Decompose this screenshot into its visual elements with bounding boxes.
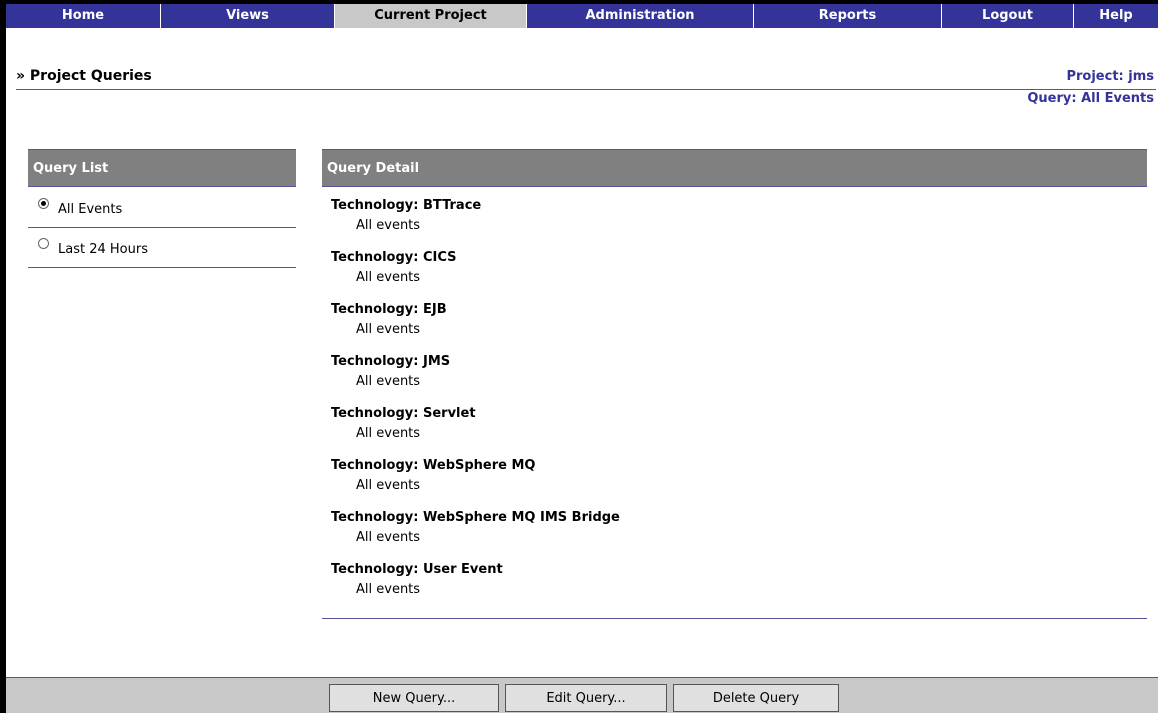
technology-entry: Technology: BTTrace All events — [331, 196, 1147, 248]
technology-entry: Technology: User Event All events — [331, 560, 1147, 612]
technology-entry: Technology: CICS All events — [331, 248, 1147, 300]
query-label: Query: All Events — [1027, 91, 1154, 106]
technology-entry: Technology: EJB All events — [331, 300, 1147, 352]
technology-filter: All events — [356, 374, 421, 389]
query-list-item-label: Last 24 Hours — [58, 242, 148, 257]
top-navigation: Home Views Current Project Administratio… — [6, 4, 1158, 28]
query-list-item-all-events[interactable]: All Events — [28, 188, 296, 228]
detail-divider — [322, 618, 1147, 619]
window-frame-left — [0, 0, 6, 713]
technology-filter: All events — [356, 218, 421, 233]
project-label: Project: jms — [1066, 69, 1154, 84]
radio-unselected-icon[interactable] — [38, 238, 49, 249]
technology-name: Technology: EJB — [331, 302, 447, 317]
technology-filter: All events — [356, 322, 421, 337]
query-list-item-label: All Events — [58, 202, 123, 217]
query-detail-header: Query Detail — [322, 149, 1147, 187]
query-list-item-last-24-hours[interactable]: Last 24 Hours — [28, 228, 296, 268]
technology-name: Technology: WebSphere MQ IMS Bridge — [331, 510, 620, 525]
technology-entry: Technology: Servlet All events — [331, 404, 1147, 456]
title-divider — [16, 89, 1156, 90]
nav-views[interactable]: Views — [161, 4, 335, 28]
nav-administration[interactable]: Administration — [527, 4, 754, 28]
technology-name: Technology: BTTrace — [331, 198, 482, 213]
technology-name: Technology: JMS — [331, 354, 451, 369]
query-detail-list: Technology: BTTrace All events Technolog… — [331, 196, 1147, 612]
technology-filter: All events — [356, 478, 421, 493]
technology-name: Technology: Servlet — [331, 406, 476, 421]
delete-query-button[interactable]: Delete Query — [673, 684, 839, 712]
edit-query-button[interactable]: Edit Query... — [505, 684, 667, 712]
technology-name: Technology: CICS — [331, 250, 457, 265]
radio-selected-icon[interactable] — [38, 198, 49, 209]
technology-filter: All events — [356, 530, 421, 545]
technology-entry: Technology: WebSphere MQ All events — [331, 456, 1147, 508]
technology-name: Technology: WebSphere MQ — [331, 458, 536, 473]
page-title: » Project Queries — [16, 68, 152, 84]
technology-filter: All events — [356, 426, 421, 441]
query-list-header: Query List — [28, 149, 296, 187]
technology-filter: All events — [356, 270, 421, 285]
technology-entry: Technology: WebSphere MQ IMS Bridge All … — [331, 508, 1147, 560]
nav-logout[interactable]: Logout — [942, 4, 1074, 28]
footer-toolbar: New Query... Edit Query... Delete Query — [6, 677, 1158, 713]
nav-reports[interactable]: Reports — [754, 4, 942, 28]
nav-home[interactable]: Home — [6, 4, 161, 28]
technology-filter: All events — [356, 582, 421, 597]
technology-entry: Technology: JMS All events — [331, 352, 1147, 404]
new-query-button[interactable]: New Query... — [329, 684, 499, 712]
technology-name: Technology: User Event — [331, 562, 503, 577]
nav-help[interactable]: Help — [1074, 4, 1158, 28]
nav-current-project[interactable]: Current Project — [335, 4, 527, 28]
